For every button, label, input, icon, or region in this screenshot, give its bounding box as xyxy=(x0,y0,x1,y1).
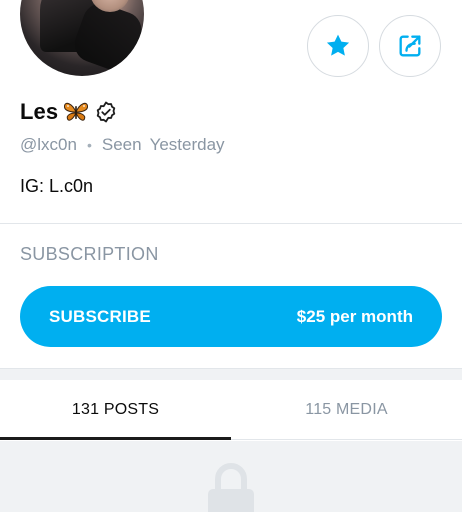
last-seen-value: Yesterday xyxy=(149,135,225,154)
share-button[interactable] xyxy=(379,15,441,77)
subscribe-button[interactable]: SUBSCRIBE $25 per month xyxy=(20,286,442,347)
profile-meta: @lxc0n • Seen Yesterday xyxy=(20,135,225,155)
share-icon xyxy=(399,35,421,57)
tab-posts-label: 131 POSTS xyxy=(71,400,160,418)
profile-handle[interactable]: @lxc0n xyxy=(20,135,77,155)
profile-page: Les @lxc0n • Seen Yesterday IG: L.c0n SU… xyxy=(0,0,462,512)
profile-name-row: Les xyxy=(20,97,118,127)
avatar[interactable] xyxy=(20,0,144,76)
last-seen-label: Seen xyxy=(101,135,142,154)
tab-posts[interactable]: 131 POSTS xyxy=(0,380,231,440)
profile-tabs: 131 POSTS 115 MEDIA xyxy=(0,380,462,440)
subscription-price: $25 per month xyxy=(296,306,413,326)
lock-icon xyxy=(208,463,254,512)
active-tab-indicator xyxy=(0,437,231,440)
profile-name: Les xyxy=(20,99,59,124)
profile-bio: IG: L.c0n xyxy=(20,176,94,196)
posts-content-area xyxy=(0,441,462,512)
subscribe-button-label: SUBSCRIBE xyxy=(49,306,151,326)
divider xyxy=(0,223,462,224)
favorite-button[interactable] xyxy=(307,15,369,77)
separator-dot: • xyxy=(86,137,92,153)
subscription-heading: SUBSCRIPTION xyxy=(20,244,159,264)
verified-badge-icon xyxy=(97,101,116,123)
star-icon xyxy=(326,34,350,56)
tab-media[interactable]: 115 MEDIA xyxy=(231,380,462,439)
tab-media-label: 115 MEDIA xyxy=(305,400,388,418)
butterfly-icon xyxy=(64,102,89,121)
section-separator xyxy=(0,368,462,380)
